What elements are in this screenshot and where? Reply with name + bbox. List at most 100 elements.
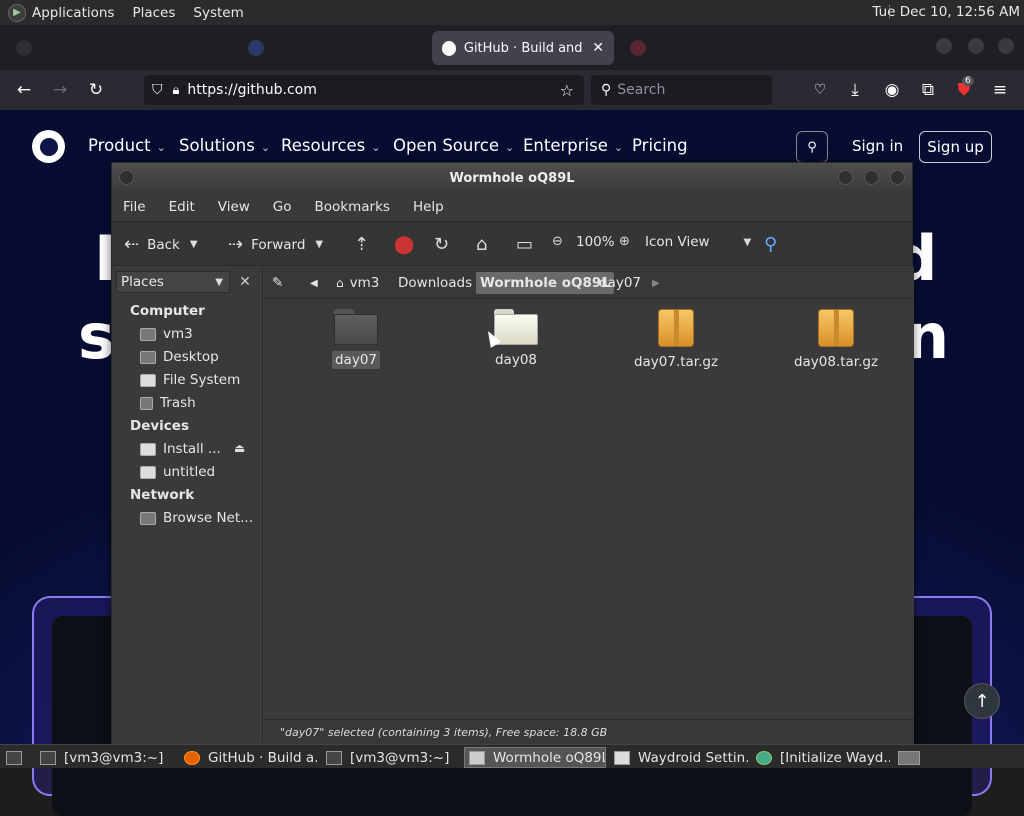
network-icon [140, 511, 156, 525]
gh-nav-pricing[interactable]: Pricing [632, 136, 688, 155]
browser-tab[interactable] [620, 31, 810, 65]
show-desktop-icon[interactable] [2, 747, 24, 768]
sidebar-item-install[interactable]: Install ... [140, 441, 228, 457]
sidebar-item-trash[interactable]: Trash [140, 395, 258, 411]
bookmark-star-icon[interactable]: ☆ [560, 81, 574, 100]
browser-tab[interactable] [6, 31, 226, 65]
back-arrow-icon[interactable]: ← [12, 78, 36, 102]
browser-tab[interactable] [238, 31, 428, 65]
close-tab-icon[interactable]: ✕ [592, 40, 604, 56]
path-right-arrow-icon[interactable]: ▶ [648, 272, 664, 294]
window-menu-icon[interactable] [119, 170, 134, 185]
url-text[interactable]: https://github.com [187, 82, 316, 98]
crumb-day07[interactable]: day07 [595, 272, 645, 294]
gh-nav-open-source[interactable]: Open Source ⌄ [393, 136, 514, 155]
gh-sign-up-button[interactable]: Sign up [919, 131, 992, 163]
gh-sign-in-link[interactable]: Sign in [852, 137, 903, 155]
file-item-day07[interactable]: day07 [296, 309, 416, 369]
file-view[interactable]: day07 day08 day07.tar.gz day08.tar.gz [264, 299, 914, 719]
crumb-downloads[interactable]: Downloads [394, 272, 476, 294]
archive-icon [818, 309, 854, 347]
scroll-to-top-icon[interactable]: ↑ [964, 683, 1000, 719]
minimize-icon[interactable] [838, 170, 853, 185]
folder-icon [334, 309, 378, 345]
file-item-day07-tar-gz[interactable]: day07.tar.gz [616, 309, 736, 371]
crumb-wormhole[interactable]: Wormhole oQ89L [476, 272, 614, 294]
eject-icon[interactable]: ⏏ [234, 441, 245, 455]
forward-button[interactable]: ⇢ Forward ▼ [228, 234, 323, 255]
gh-nav-solutions[interactable]: Solutions ⌄ [179, 136, 270, 155]
zoom-in-button[interactable]: ⊕ [619, 234, 638, 249]
menu-file[interactable]: File [123, 199, 146, 215]
menu-edit[interactable]: Edit [169, 199, 195, 215]
distro-logo-icon[interactable]: ▶ [8, 3, 26, 22]
forward-arrow-icon[interactable]: → [48, 78, 72, 102]
search-bar[interactable]: ⚲ Search [591, 75, 772, 105]
taskbar-item-waydroid-init[interactable]: [Initialize Wayd... [752, 747, 890, 768]
reload-icon[interactable]: ↻ [84, 78, 108, 102]
pocket-icon[interactable]: ♡ [808, 78, 832, 102]
chevron-down-icon[interactable]: ▼ [190, 239, 198, 250]
zoom-level[interactable]: 100% [576, 234, 615, 250]
taskbar-item-file-manager[interactable]: Wormhole oQ89L [464, 747, 606, 768]
sidebar-item-vm3[interactable]: vm3 [140, 326, 258, 342]
downloads-icon[interactable]: ⤓ [843, 78, 867, 102]
maximize-icon[interactable] [864, 170, 879, 185]
minimize-window-icon[interactable] [936, 38, 952, 54]
close-sidebar-icon[interactable]: ✕ [234, 271, 256, 293]
home-button[interactable]: ⌂ [476, 234, 495, 255]
taskbar-item-firefox[interactable]: GitHub · Build a... [180, 747, 318, 768]
taskbar-item-terminal[interactable]: [vm3@vm3:~] [322, 747, 460, 768]
workspace-switcher[interactable] [894, 747, 924, 768]
folder-icon [494, 309, 538, 345]
menu-help[interactable]: Help [413, 199, 444, 215]
close-icon[interactable] [890, 170, 905, 185]
github-logo-icon[interactable] [32, 130, 65, 163]
up-button[interactable]: ⇡ [354, 234, 377, 255]
window-titlebar[interactable]: Wormhole oQ89L [112, 163, 912, 193]
crumb-vm3[interactable]: ⌂ vm3 [332, 272, 383, 294]
taskbar-item-terminal[interactable]: [vm3@vm3:~] [36, 747, 174, 768]
search-button[interactable]: ⚲ [764, 234, 785, 255]
stop-button[interactable]: ⬤ [394, 234, 422, 255]
extensions-icon[interactable]: ⧉ [916, 78, 940, 102]
archive-icon [658, 309, 694, 347]
zoom-out-button[interactable]: ⊖ [552, 234, 571, 249]
places-menu[interactable]: Places [132, 5, 175, 21]
taskbar-item-waydroid-settings[interactable]: Waydroid Settin... [610, 747, 748, 768]
account-icon[interactable]: ◉ [880, 78, 904, 102]
file-item-day08[interactable]: day08 [456, 309, 576, 369]
sidebar-item-file-system[interactable]: File System [140, 372, 258, 388]
applications-menu[interactable]: Applications [32, 5, 114, 21]
chevron-down-icon[interactable]: ▼ [315, 239, 323, 250]
browser-tab-active[interactable]: GitHub · Build and shi ✕ [432, 31, 614, 65]
search-engine-icon[interactable]: ⚲ [601, 82, 611, 98]
edit-location-icon[interactable]: ✎ [268, 272, 287, 294]
gh-nav-enterprise[interactable]: Enterprise ⌄ [523, 136, 623, 155]
menu-go[interactable]: Go [273, 199, 292, 215]
menu-bookmarks[interactable]: Bookmarks [315, 199, 390, 215]
gh-search-icon[interactable]: ⚲ [796, 131, 828, 163]
path-left-arrow-icon[interactable]: ◀ [306, 272, 322, 294]
system-menu[interactable]: System [193, 5, 243, 21]
clock[interactable]: Tue Dec 10, 12:56 AM [872, 4, 1020, 20]
gh-nav-product[interactable]: Product ⌄ [88, 136, 166, 155]
gh-nav-resources[interactable]: Resources ⌄ [281, 136, 380, 155]
view-mode-select[interactable]: Icon View ▼ [645, 234, 751, 250]
close-window-icon[interactable] [998, 38, 1014, 54]
maximize-window-icon[interactable] [968, 38, 984, 54]
sidebar: Places ▼ ✕ Computer vm3 Desktop File Syst… [112, 267, 263, 745]
url-bar[interactable]: ⛉ 🔒︎ https://github.com ☆ [144, 75, 584, 105]
lock-icon[interactable]: 🔒︎ [173, 83, 180, 98]
computer-button[interactable]: ▭ [516, 234, 541, 255]
sidebar-selector[interactable]: Places ▼ [116, 271, 230, 293]
back-button[interactable]: ⇠ Back ▼ [124, 234, 198, 255]
hamburger-menu-icon[interactable]: ≡ [988, 78, 1012, 102]
sidebar-item-untitled[interactable]: untitled [140, 464, 258, 480]
menu-view[interactable]: View [218, 199, 250, 215]
sidebar-item-desktop[interactable]: Desktop [140, 349, 258, 365]
reload-button[interactable]: ↻ [434, 234, 457, 255]
file-item-day08-tar-gz[interactable]: day08.tar.gz [776, 309, 896, 371]
shield-icon[interactable]: ⛉ [152, 82, 163, 98]
sidebar-item-browse-network[interactable]: Browse Net... [140, 510, 258, 526]
